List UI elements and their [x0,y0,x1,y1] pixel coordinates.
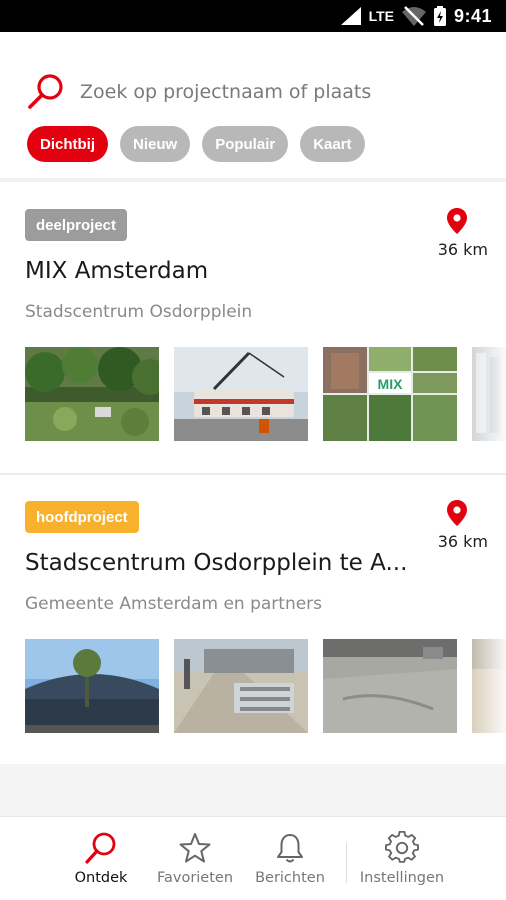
nav-instellingen[interactable]: Instellingen [358,831,446,886]
search-input[interactable] [80,81,460,103]
collage-logo-text: MIX [378,376,404,392]
location-pin-icon [447,208,467,234]
project-title[interactable]: MIX Amsterdam [25,258,208,284]
bottom-navigation: Ontdek Favorieten Berichten Instellingen [0,816,506,900]
nav-favorieten[interactable]: Favorieten [155,831,235,886]
network-label: LTE [368,8,394,24]
project-type-badge: deelproject [25,209,128,241]
battery-icon [433,6,446,26]
nav-divider [346,843,347,883]
photo-strip[interactable] [25,639,506,733]
bell-icon [277,834,303,863]
filter-chips: Dichtbij Nieuw Populair Kaart [27,126,365,162]
photo-strip[interactable]: MIX [25,347,506,441]
list-end-spacer [0,764,506,816]
scroll-fade [470,347,506,441]
paved-square-photo[interactable] [323,639,457,733]
project-title[interactable]: Stadscentrum Osdorpplein te A... [25,550,407,576]
nav-label: Instellingen [359,870,445,886]
status-bar: LTE 9:41 [0,0,506,32]
chip-kaart[interactable]: Kaart [300,126,365,162]
scroll-fade [470,639,506,733]
street-works-photo[interactable] [174,639,308,733]
station-roof-photo[interactable] [25,639,159,733]
nav-ontdek[interactable]: Ontdek [72,831,130,886]
search-icon [85,832,116,864]
search-bar[interactable] [26,72,486,112]
distance-label: 36 km [437,240,488,259]
gear-icon [385,831,419,863]
nav-label: Favorieten [156,870,234,886]
star-icon [179,833,211,863]
chip-dichtbij[interactable]: Dichtbij [27,126,108,162]
mix-collage-photo[interactable]: MIX [323,347,457,441]
construction-crane-photo[interactable] [174,347,308,441]
nav-label: Ontdek [74,870,128,886]
distance-label: 36 km [437,532,488,551]
project-subtitle: Stadscentrum Osdorpplein [25,302,253,322]
search-icon [28,74,63,109]
signal-icon [340,7,361,25]
chip-populair[interactable]: Populair [202,126,289,162]
location-pin-icon [447,500,467,526]
project-type-badge: hoofdproject [25,501,139,533]
project-card[interactable]: deelproject 36 km MIX Amsterdam Stadscen… [0,182,506,472]
wifi-off-icon [401,6,426,26]
nav-berichten[interactable]: Berichten [253,831,327,886]
chip-nieuw[interactable]: Nieuw [120,126,191,162]
garden-photo[interactable] [25,347,159,441]
project-subtitle: Gemeente Amsterdam en partners [25,594,323,614]
clock: 9:41 [453,5,492,26]
project-card[interactable]: hoofdproject 36 km Stadscentrum Osdorppl… [0,475,506,764]
nav-label: Berichten [255,870,325,886]
